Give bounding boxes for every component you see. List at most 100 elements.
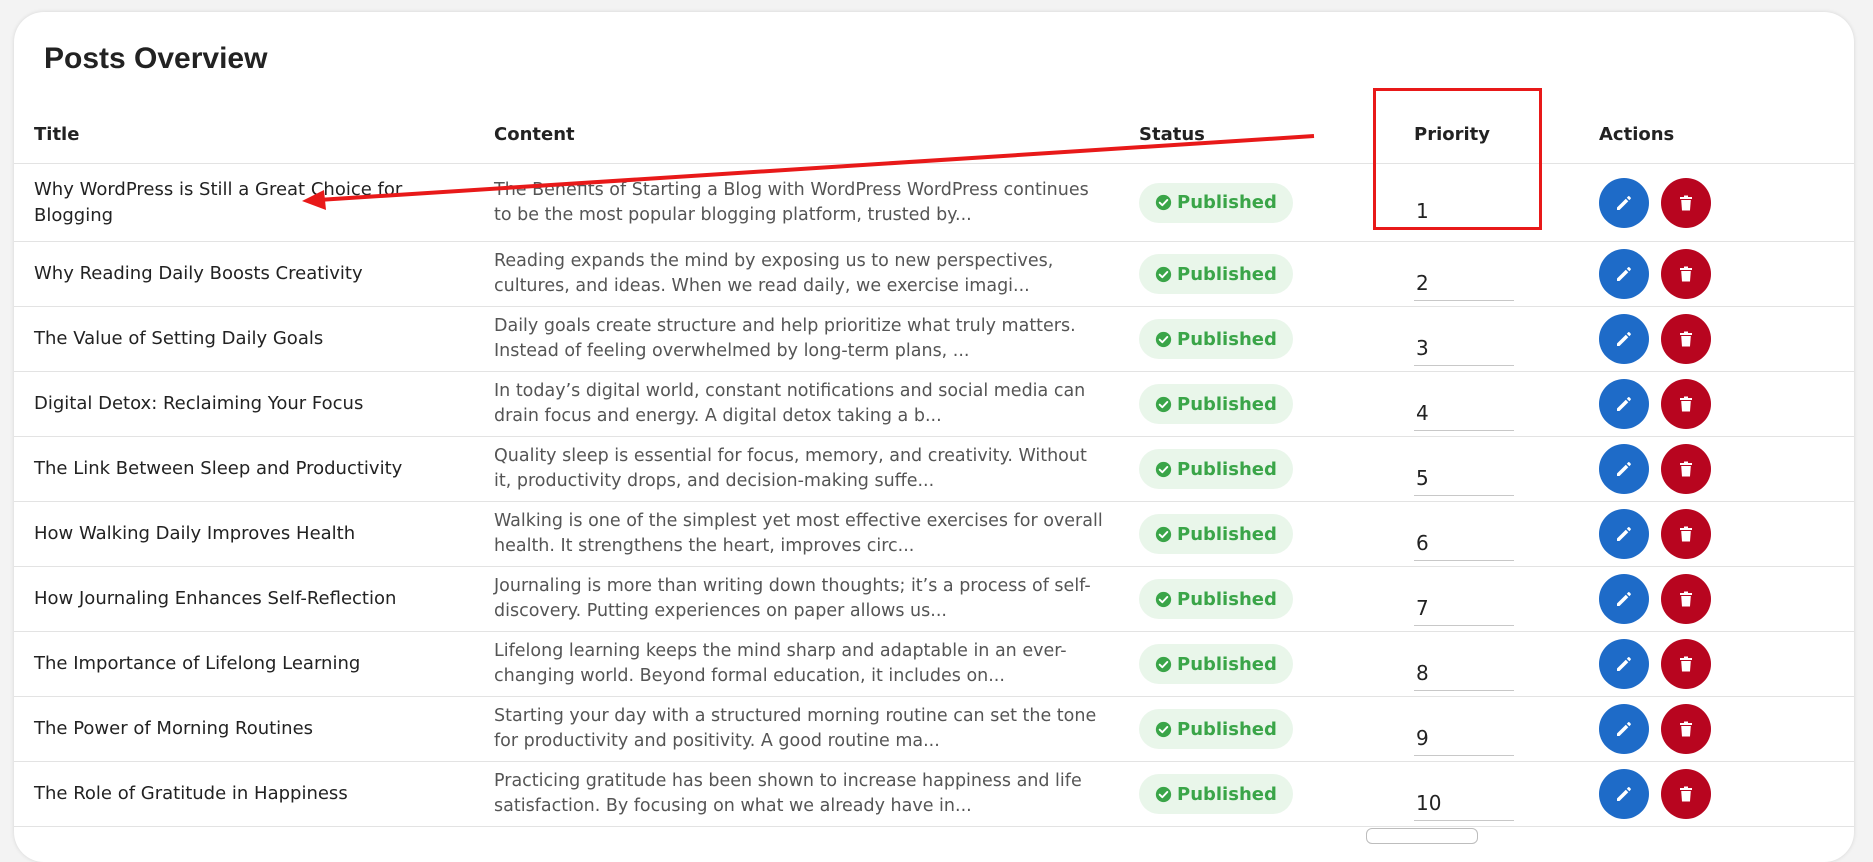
trash-icon xyxy=(1680,786,1692,802)
edit-button[interactable] xyxy=(1599,574,1649,624)
row-actions xyxy=(1599,444,1854,494)
actions-cell xyxy=(1599,631,1854,697)
trash-icon xyxy=(1680,591,1692,607)
post-title-cell: Why WordPress is Still a Great Choice fo… xyxy=(14,163,494,242)
delete-button[interactable] xyxy=(1661,639,1711,689)
delete-button[interactable] xyxy=(1661,509,1711,559)
column-header-actions: Actions xyxy=(1599,105,1854,164)
pencil-icon xyxy=(1617,267,1631,281)
post-content-excerpt: Quality sleep is essential for focus, me… xyxy=(494,446,1087,491)
post-status-cell: Published xyxy=(1139,501,1414,567)
delete-button[interactable] xyxy=(1661,379,1711,429)
priority-input[interactable] xyxy=(1414,389,1514,431)
pencil-icon xyxy=(1617,462,1631,476)
check-circle-icon xyxy=(1155,786,1172,802)
post-status-cell: Published xyxy=(1139,631,1414,697)
row-actions xyxy=(1599,704,1854,754)
posts-card: Posts Overview Title Content Status Prio… xyxy=(14,12,1854,862)
edit-button[interactable] xyxy=(1599,639,1649,689)
edit-button[interactable] xyxy=(1599,314,1649,364)
actions-cell xyxy=(1599,761,1854,827)
edit-button[interactable] xyxy=(1599,444,1649,494)
page-title: Posts Overview xyxy=(44,42,268,75)
post-title-cell: Why Reading Daily Boosts Creativity xyxy=(14,241,494,307)
delete-button[interactable] xyxy=(1661,769,1711,819)
priority-cell xyxy=(1414,501,1599,567)
edit-button[interactable] xyxy=(1599,249,1649,299)
priority-input[interactable] xyxy=(1414,779,1514,821)
post-title-cell: The Link Between Sleep and Productivity xyxy=(14,436,494,502)
edit-button[interactable] xyxy=(1599,177,1649,228)
post-content-excerpt: Walking is one of the simplest yet most … xyxy=(494,511,1103,556)
posts-table: Title Content Status Priority Actions Wh… xyxy=(14,105,1854,827)
priority-cell xyxy=(1414,631,1599,697)
post-title-cell: How Journaling Enhances Self-Reflection xyxy=(14,566,494,632)
post-content-cell: Daily goals create structure and help pr… xyxy=(494,306,1139,372)
row-actions xyxy=(1599,379,1854,429)
priority-input[interactable] xyxy=(1414,259,1514,301)
trash-icon xyxy=(1680,266,1692,282)
post-title: The Importance of Lifelong Learning xyxy=(34,653,361,674)
priority-input[interactable] xyxy=(1414,519,1514,561)
priority-input[interactable] xyxy=(1414,649,1514,691)
delete-button[interactable] xyxy=(1661,314,1711,364)
status-badge: Published xyxy=(1139,774,1293,814)
priority-cell xyxy=(1414,566,1599,632)
table-row: Digital Detox: Reclaiming Your Focus In … xyxy=(14,371,1854,437)
priority-input[interactable] xyxy=(1414,584,1514,626)
post-title: The Value of Setting Daily Goals xyxy=(34,328,324,349)
status-label: Published xyxy=(1177,523,1277,545)
priority-cell xyxy=(1414,241,1599,307)
actions-cell xyxy=(1599,241,1854,307)
table-row: The Importance of Lifelong Learning Life… xyxy=(14,631,1854,697)
check-circle-icon xyxy=(1155,461,1172,477)
status-badge: Published xyxy=(1139,254,1293,294)
post-status-cell: Published xyxy=(1139,163,1414,242)
post-title: Why Reading Daily Boosts Creativity xyxy=(34,263,363,284)
row-actions xyxy=(1599,509,1854,559)
post-title: How Journaling Enhances Self-Reflection xyxy=(34,588,397,609)
trash-icon xyxy=(1680,461,1692,477)
check-circle-icon xyxy=(1155,656,1172,672)
priority-input[interactable] xyxy=(1414,324,1514,366)
post-content-excerpt: Reading expands the mind by exposing us … xyxy=(494,251,1054,296)
actions-cell xyxy=(1599,163,1854,242)
check-circle-icon xyxy=(1155,194,1172,211)
edit-button[interactable] xyxy=(1599,769,1649,819)
post-title-cell: Digital Detox: Reclaiming Your Focus xyxy=(14,371,494,437)
delete-button[interactable] xyxy=(1661,704,1711,754)
status-label: Published xyxy=(1177,263,1277,285)
edit-button[interactable] xyxy=(1599,704,1649,754)
priority-input[interactable] xyxy=(1414,714,1514,756)
delete-button[interactable] xyxy=(1661,249,1711,299)
post-content-excerpt: Lifelong learning keeps the mind sharp a… xyxy=(494,641,1067,686)
post-title-cell: The Value of Setting Daily Goals xyxy=(14,306,494,372)
table-header: Title Content Status Priority Actions xyxy=(14,105,1854,164)
pagination-control[interactable] xyxy=(1366,828,1478,844)
priority-cell xyxy=(1414,306,1599,372)
status-badge: Published xyxy=(1139,644,1293,684)
check-circle-icon xyxy=(1155,331,1172,347)
edit-button[interactable] xyxy=(1599,379,1649,429)
delete-button[interactable] xyxy=(1661,177,1711,228)
status-label: Published xyxy=(1177,718,1277,740)
row-actions xyxy=(1599,249,1854,299)
priority-cell xyxy=(1414,436,1599,502)
check-circle-icon xyxy=(1155,526,1172,542)
actions-cell xyxy=(1599,696,1854,762)
post-status-cell: Published xyxy=(1139,761,1414,827)
post-content-excerpt: Journaling is more than writing down tho… xyxy=(494,576,1091,621)
post-status-cell: Published xyxy=(1139,696,1414,762)
priority-input[interactable] xyxy=(1414,454,1514,496)
priority-cell xyxy=(1414,696,1599,762)
post-title-cell: How Walking Daily Improves Health xyxy=(14,501,494,567)
post-status-cell: Published xyxy=(1139,306,1414,372)
actions-cell xyxy=(1599,566,1854,632)
actions-cell xyxy=(1599,306,1854,372)
delete-button[interactable] xyxy=(1661,574,1711,624)
edit-button[interactable] xyxy=(1599,509,1649,559)
pencil-icon xyxy=(1617,592,1631,606)
post-status-cell: Published xyxy=(1139,241,1414,307)
delete-button[interactable] xyxy=(1661,444,1711,494)
priority-input[interactable] xyxy=(1414,188,1514,229)
